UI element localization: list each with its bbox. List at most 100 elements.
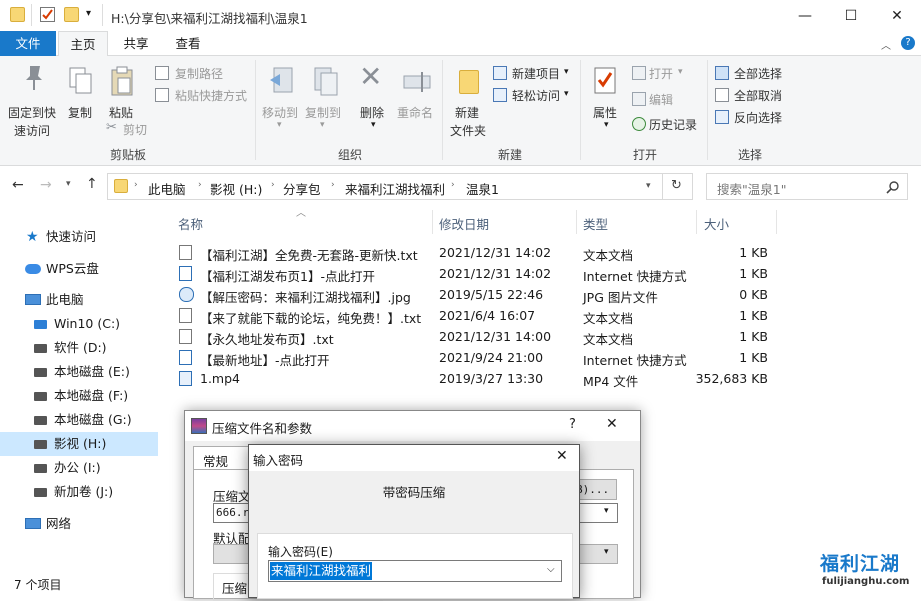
window-title: H:\分享包\来福利江湖找福利\温泉1 xyxy=(111,11,308,26)
open-icon xyxy=(632,66,646,80)
group-label-open: 打开 xyxy=(632,148,657,162)
close-button[interactable]: ✕ xyxy=(874,0,920,31)
copy-to-button[interactable]: 复制到 ▾ xyxy=(303,60,345,134)
jpg-file-icon xyxy=(179,287,194,302)
nav-drive-j[interactable]: 新加卷 (J:) xyxy=(0,480,158,504)
column-type[interactable]: 类型 xyxy=(583,214,608,234)
breadcrumb-folder[interactable]: 来福利江湖找福利 xyxy=(345,179,445,198)
breadcrumb-current[interactable]: 温泉1 xyxy=(466,179,499,198)
tab-share[interactable]: 共享 xyxy=(114,31,158,56)
password-input[interactable]: 来福利江湖找福利 ⌵ xyxy=(268,560,562,582)
breadcrumb-share[interactable]: 分享包 xyxy=(283,179,321,198)
nav-drive-h[interactable]: 影视 (H:) xyxy=(0,432,158,456)
nav-this-pc[interactable]: 此电脑 xyxy=(0,288,158,312)
breadcrumb-this-pc[interactable]: 此电脑 xyxy=(148,179,186,198)
new-folder-button[interactable]: 新建 文件夹 xyxy=(446,60,492,140)
nav-quick-access[interactable]: ★ 快速访问 xyxy=(0,225,158,249)
nav-drive-d[interactable]: 软件 (D:) xyxy=(0,336,158,360)
video-file-icon xyxy=(179,371,192,386)
folder-icon xyxy=(10,7,25,22)
nav-network[interactable]: 网络 xyxy=(0,512,158,536)
text-file-icon xyxy=(179,245,192,260)
column-modified[interactable]: 修改日期 xyxy=(439,214,489,234)
sort-up-chevron-icon: ︿ xyxy=(296,208,306,219)
nav-drive-f[interactable]: 本地磁盘 (F:) xyxy=(0,384,158,408)
password-heading: 带密码压缩 xyxy=(382,485,446,500)
refresh-button[interactable]: ↻ xyxy=(663,173,693,200)
up-arrow-icon[interactable]: ↑ xyxy=(86,176,98,192)
file-row[interactable]: 【最新地址】-点此打开 2021/9/24 21:00 Internet 快捷方… xyxy=(170,347,790,368)
file-row[interactable]: 【永久地址发布页】.txt 2021/12/31 14:00 文本文档 1 KB xyxy=(170,326,790,347)
profile-chevron-icon: ▾ xyxy=(604,547,609,557)
search-box[interactable]: 搜索"温泉1" xyxy=(706,173,908,200)
delete-button[interactable]: ✕ 删除 ▾ xyxy=(356,60,392,134)
help-icon[interactable]: ? xyxy=(901,36,915,50)
address-dropdown-chevron-icon[interactable]: ▾ xyxy=(646,181,651,191)
search-placeholder: 搜索"温泉1" xyxy=(717,182,787,197)
nav-drive-e[interactable]: 本地磁盘 (E:) xyxy=(0,360,158,384)
file-row[interactable]: 1.mp4 2019/3/27 13:30 MP4 文件 352,683 KB xyxy=(170,368,790,389)
drive-icon xyxy=(34,344,47,353)
rename-icon xyxy=(403,72,431,92)
pin-quick-access-button[interactable]: 固定到快 速访问 xyxy=(4,60,62,140)
collapse-ribbon-chevron-icon[interactable]: ︿ xyxy=(881,37,891,52)
archive-help-button[interactable]: ? xyxy=(569,417,576,432)
tab-file[interactable]: 文件 xyxy=(0,31,56,56)
watermark-logo: 福利江湖 fulijianghu.com xyxy=(820,553,910,587)
text-file-icon xyxy=(179,308,192,323)
password-history-chevron-icon[interactable]: ⌵ xyxy=(547,564,555,575)
minimize-button[interactable]: — xyxy=(782,0,828,31)
select-none-icon xyxy=(715,88,729,102)
new-folder-icon xyxy=(459,70,479,94)
drive-icon xyxy=(34,440,47,449)
cloud-icon xyxy=(25,264,41,274)
file-row[interactable]: 【福利江湖】全免费-无套路-更新快.txt 2021/12/31 14:02 文… xyxy=(170,242,790,263)
folder-icon xyxy=(114,179,128,193)
column-size[interactable]: 大小 xyxy=(704,214,729,234)
internet-shortcut-icon xyxy=(179,350,192,365)
address-breadcrumb[interactable]: › 此电脑 › 影视 (H:) › 分享包 › 来福利江湖找福利 › 温泉1 ▾ xyxy=(107,173,663,200)
copy-path-icon xyxy=(155,66,169,80)
archive-dialog-title-bar: 压缩文件名和参数 ? ✕ xyxy=(185,411,640,441)
new-folder-quick-icon[interactable] xyxy=(64,7,79,22)
tab-general[interactable]: 常规 xyxy=(193,446,249,470)
drive-icon xyxy=(34,488,47,497)
select-all-icon xyxy=(715,66,729,80)
move-to-button[interactable]: 移动到 ▾ xyxy=(260,60,302,134)
title-bar: ▾ H:\分享包\来福利江湖找福利\温泉1 — ☐ ✕ xyxy=(0,0,921,31)
column-name[interactable]: 名称 xyxy=(178,214,203,234)
ribbon-tab-bar: 文件 主页 共享 查看 ︿ ? xyxy=(0,31,921,57)
properties-icon xyxy=(594,67,616,94)
nav-drive-g[interactable]: 本地磁盘 (G:) xyxy=(0,408,158,432)
tab-view[interactable]: 查看 xyxy=(166,31,210,56)
recent-locations-chevron-icon[interactable]: ▾ xyxy=(66,179,71,189)
computer-icon xyxy=(25,294,41,305)
maximize-button[interactable]: ☐ xyxy=(828,0,874,31)
file-row[interactable]: 【解压密码：来福利江湖找福利】.jpg 2019/5/15 22:46 JPG … xyxy=(170,284,790,305)
copy-button[interactable]: 复制 xyxy=(64,60,98,130)
nav-drive-i[interactable]: 办公 (I:) xyxy=(0,456,158,480)
drive-icon xyxy=(34,368,47,377)
explorer-window: ▾ H:\分享包\来福利江湖找福利\温泉1 — ☐ ✕ 文件 主页 共享 查看 … xyxy=(0,0,921,601)
nav-wps-cloud[interactable]: WPS云盘 xyxy=(0,257,158,281)
customize-toolbar-chevron-icon[interactable]: ▾ xyxy=(86,8,91,19)
properties-button[interactable]: 属性 ▾ xyxy=(588,60,624,140)
search-icon xyxy=(886,181,899,194)
properties-check-icon[interactable] xyxy=(40,7,55,22)
scissors-icon: ✂ xyxy=(106,120,117,135)
paste-icon xyxy=(111,66,133,96)
rename-button[interactable]: 重命名 xyxy=(396,60,436,134)
file-row[interactable]: 【来了就能下载的论坛，纯免费！】.txt 2021/6/4 16:07 文本文档… xyxy=(170,305,790,326)
breadcrumb-drive-h[interactable]: 影视 (H:) xyxy=(210,179,262,198)
back-arrow-icon[interactable]: ← xyxy=(12,177,24,193)
archive-close-button[interactable]: ✕ xyxy=(606,416,618,432)
forward-arrow-icon[interactable]: → xyxy=(40,177,52,193)
network-icon xyxy=(25,518,41,529)
new-item-icon xyxy=(493,66,507,80)
file-row[interactable]: 【福利江湖发布页1】-点此打开 2021/12/31 14:02 Interne… xyxy=(170,263,790,284)
nav-drive-c[interactable]: Win10 (C:) xyxy=(0,312,158,336)
password-close-button[interactable]: ✕ xyxy=(556,448,568,464)
winrar-icon xyxy=(191,418,207,434)
delete-x-icon: ✕ xyxy=(359,60,383,93)
tab-home[interactable]: 主页 xyxy=(58,31,108,57)
